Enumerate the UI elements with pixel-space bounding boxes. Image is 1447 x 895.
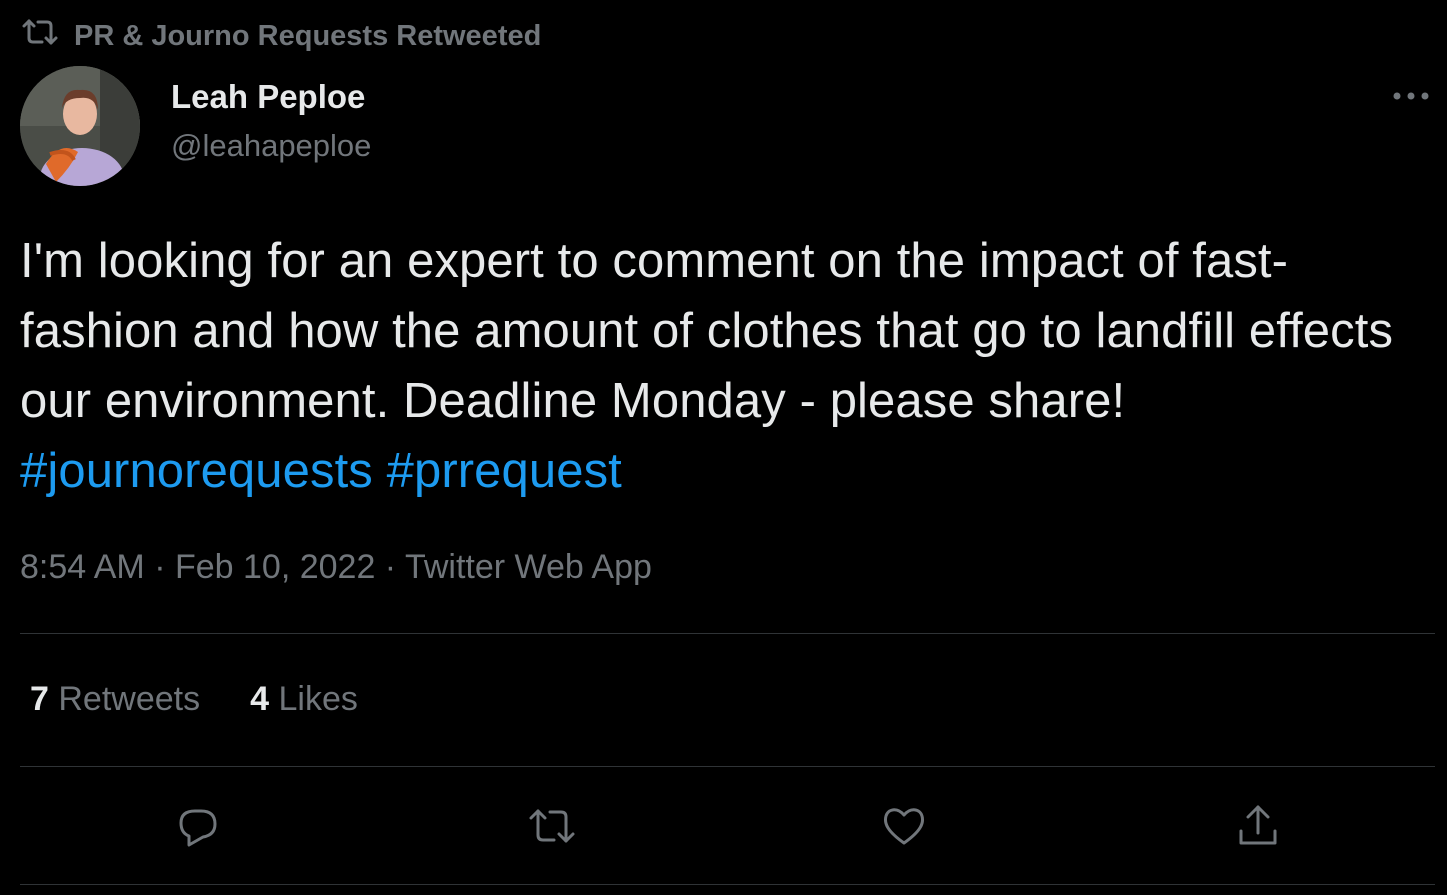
likes-stat[interactable]: 4 Likes [250, 680, 358, 719]
tweet-date[interactable]: Feb 10, 2022 [175, 548, 375, 586]
share-icon [1233, 801, 1283, 856]
meta-separator: · [375, 548, 405, 586]
likes-count: 4 [250, 680, 270, 718]
retweets-label: Retweets [58, 680, 201, 718]
like-icon [879, 801, 929, 856]
tweet-meta: 8:54 AM · Feb 10, 2022 · Twitter Web App [20, 548, 652, 587]
more-icon [1391, 88, 1431, 106]
meta-separator: · [144, 548, 175, 586]
author-display-name[interactable]: Leah Peploe [171, 78, 365, 116]
retweet-icon [20, 16, 60, 56]
like-button[interactable] [876, 800, 932, 856]
tweet-actions [0, 800, 1447, 856]
hashtag-link[interactable]: #journorequests [20, 444, 373, 498]
tweet-time[interactable]: 8:54 AM [20, 548, 145, 586]
retweet-context-label: PR & Journo Requests Retweeted [74, 19, 542, 52]
retweet-button[interactable] [524, 800, 580, 856]
tweet-body: I'm looking for an expert to comment on … [20, 234, 1394, 428]
tweet-stats: 7 Retweets 4 Likes [30, 680, 358, 719]
more-options-button[interactable] [1388, 82, 1434, 112]
retweets-stat[interactable]: 7 Retweets [30, 680, 200, 719]
reply-icon [173, 801, 223, 856]
likes-label: Likes [278, 680, 358, 718]
retweet-icon [527, 801, 577, 856]
retweets-count: 7 [30, 680, 49, 718]
divider [20, 766, 1435, 767]
avatar[interactable] [20, 66, 140, 186]
retweet-context[interactable]: PR & Journo Requests Retweeted [20, 18, 541, 54]
tweet-text: I'm looking for an expert to comment on … [20, 226, 1430, 506]
divider [20, 633, 1435, 634]
author-handle[interactable]: @leahapeploe [171, 128, 371, 164]
tweet-source[interactable]: Twitter Web App [405, 548, 652, 586]
reply-button[interactable] [170, 800, 226, 856]
hashtag-link[interactable]: #prrequest [387, 444, 622, 498]
share-button[interactable] [1230, 800, 1286, 856]
divider [20, 884, 1435, 885]
